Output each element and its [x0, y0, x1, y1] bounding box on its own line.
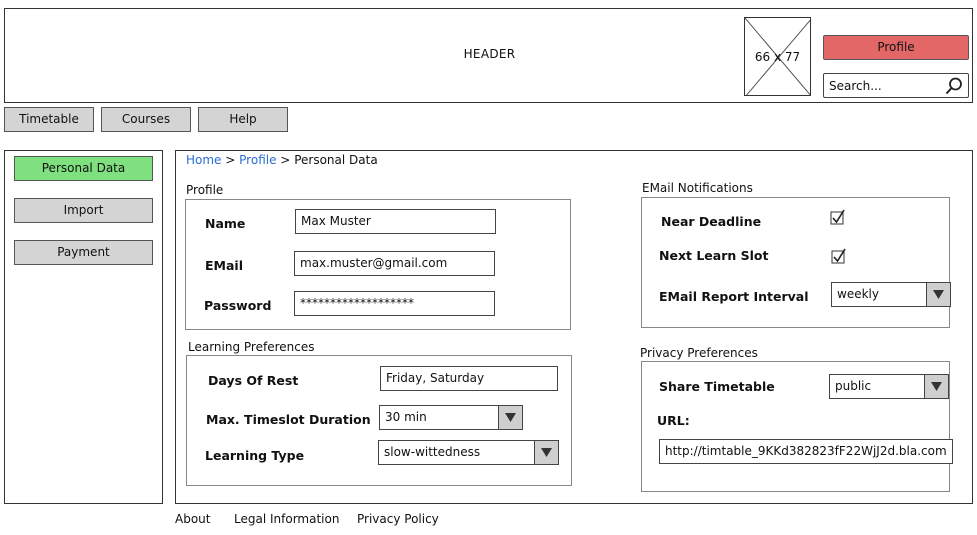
- search-input[interactable]: [827, 77, 939, 95]
- email-report-interval-value: weekly: [837, 287, 879, 301]
- sidebar-item-payment[interactable]: Payment: [14, 240, 153, 265]
- email-report-interval-label: EMail Report Interval: [659, 289, 809, 304]
- near-deadline-checkbox[interactable]: [830, 209, 846, 225]
- breadcrumb-separator: >: [280, 153, 291, 167]
- name-field[interactable]: Max Muster: [295, 209, 496, 234]
- image-placeholder: 66 x 77: [744, 17, 811, 96]
- nav-courses-button[interactable]: Courses: [101, 107, 191, 132]
- email-notifications-title: EMail Notifications: [642, 181, 753, 195]
- header: HEADER 66 x 77 Profile: [4, 8, 973, 103]
- chevron-down-icon: [931, 382, 942, 391]
- search-icon[interactable]: [944, 76, 964, 96]
- email-label: EMail: [205, 258, 243, 273]
- dropdown-arrow-icon[interactable]: [498, 406, 522, 429]
- chevron-down-icon: [505, 413, 516, 422]
- url-field[interactable]: http://timtable_9KKd382823fF22WjJ2d.bla.…: [659, 439, 953, 464]
- password-label: Password: [204, 298, 272, 313]
- image-placeholder-label: 66 x 77: [754, 50, 801, 64]
- days-of-rest-field[interactable]: Friday, Saturday: [380, 366, 558, 391]
- share-timetable-label: Share Timetable: [659, 379, 775, 394]
- sidebar-item-import[interactable]: Import: [14, 198, 153, 223]
- timeslot-duration-select[interactable]: 30 min: [379, 405, 523, 430]
- breadcrumb-home-link[interactable]: Home: [186, 153, 221, 167]
- dropdown-arrow-icon[interactable]: [534, 441, 558, 464]
- near-deadline-label: Near Deadline: [661, 214, 762, 229]
- email-report-interval-select[interactable]: weekly: [831, 282, 951, 307]
- learning-group: Days Of Rest Friday, Saturday Max. Times…: [186, 355, 572, 486]
- main-panel: Home > Profile > Personal Data Profile N…: [175, 150, 973, 504]
- learning-section-title: Learning Preferences: [188, 340, 315, 354]
- learning-type-select[interactable]: slow-wittedness: [378, 440, 559, 465]
- footer-legal-link[interactable]: Legal Information: [234, 512, 339, 526]
- nav-help-button[interactable]: Help: [198, 107, 288, 132]
- sidebar-item-personal-data[interactable]: Personal Data: [14, 156, 153, 181]
- breadcrumb-profile-link[interactable]: Profile: [239, 153, 276, 167]
- days-of-rest-label: Days Of Rest: [208, 373, 299, 388]
- share-timetable-value: public: [835, 379, 872, 393]
- chevron-down-icon: [933, 290, 944, 299]
- profile-group: Name Max Muster EMail max.muster@gmail.c…: [185, 199, 571, 330]
- next-learn-slot-label: Next Learn Slot: [659, 248, 769, 263]
- chevron-down-icon: [541, 448, 552, 457]
- dropdown-arrow-icon[interactable]: [924, 375, 948, 398]
- nav-timetable-button[interactable]: Timetable: [4, 107, 94, 132]
- breadcrumb-separator: >: [225, 153, 236, 167]
- share-timetable-select[interactable]: public: [829, 374, 949, 399]
- breadcrumb: Home > Profile > Personal Data: [186, 153, 378, 167]
- password-field[interactable]: *******************: [294, 291, 495, 316]
- profile-section-title: Profile: [186, 183, 224, 197]
- profile-button[interactable]: Profile: [823, 35, 969, 60]
- footer-privacy-link[interactable]: Privacy Policy: [357, 512, 439, 526]
- email-notifications-group: Near Deadline Next Learn Slot EMail Repo…: [641, 197, 951, 328]
- search-box: [823, 73, 969, 98]
- timeslot-duration-value: 30 min: [385, 410, 427, 424]
- sidebar: Personal Data Import Payment: [4, 150, 163, 504]
- next-learn-slot-checkbox[interactable]: [831, 248, 847, 264]
- privacy-group: Share Timetable public URL: http://timta…: [641, 361, 953, 492]
- email-field[interactable]: max.muster@gmail.com: [294, 251, 495, 276]
- name-label: Name: [205, 216, 246, 231]
- dropdown-arrow-icon[interactable]: [926, 283, 950, 306]
- learning-type-label: Learning Type: [205, 448, 305, 463]
- learning-type-value: slow-wittedness: [384, 445, 481, 459]
- url-label: URL:: [657, 413, 690, 428]
- timeslot-duration-label: Max. Timeslot Duration: [206, 412, 371, 427]
- footer-about-link[interactable]: About: [175, 512, 210, 526]
- breadcrumb-current: Personal Data: [294, 153, 378, 167]
- privacy-section-title: Privacy Preferences: [640, 346, 758, 360]
